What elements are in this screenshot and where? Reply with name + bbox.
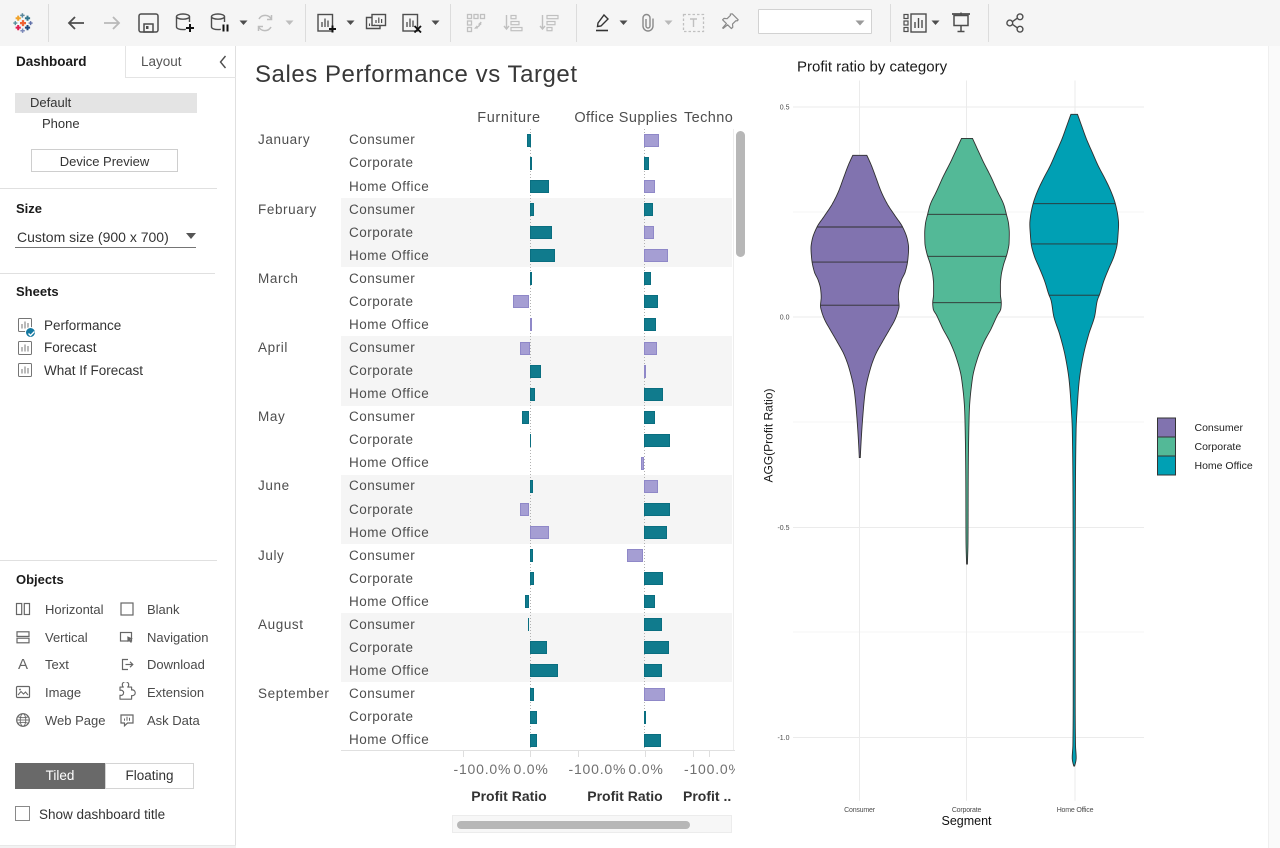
svg-text:Profit ratio by category: Profit ratio by category bbox=[797, 59, 948, 76]
svg-text:-1.0: -1.0 bbox=[777, 735, 789, 742]
svg-text:0.0: 0.0 bbox=[780, 315, 790, 322]
svg-text:Segment: Segment bbox=[941, 814, 992, 828]
svg-text:0.5: 0.5 bbox=[780, 105, 790, 112]
svg-text:Corporate: Corporate bbox=[952, 807, 982, 814]
svg-text:Corporate: Corporate bbox=[1195, 441, 1242, 453]
svg-text:Consumer: Consumer bbox=[1195, 422, 1244, 434]
svg-text:Home Office: Home Office bbox=[1195, 460, 1253, 472]
svg-text:Home Office: Home Office bbox=[1057, 807, 1094, 814]
svg-text:A: A bbox=[18, 656, 28, 672]
svg-text:Consumer: Consumer bbox=[844, 807, 876, 814]
svg-text:-0.5: -0.5 bbox=[777, 525, 789, 532]
